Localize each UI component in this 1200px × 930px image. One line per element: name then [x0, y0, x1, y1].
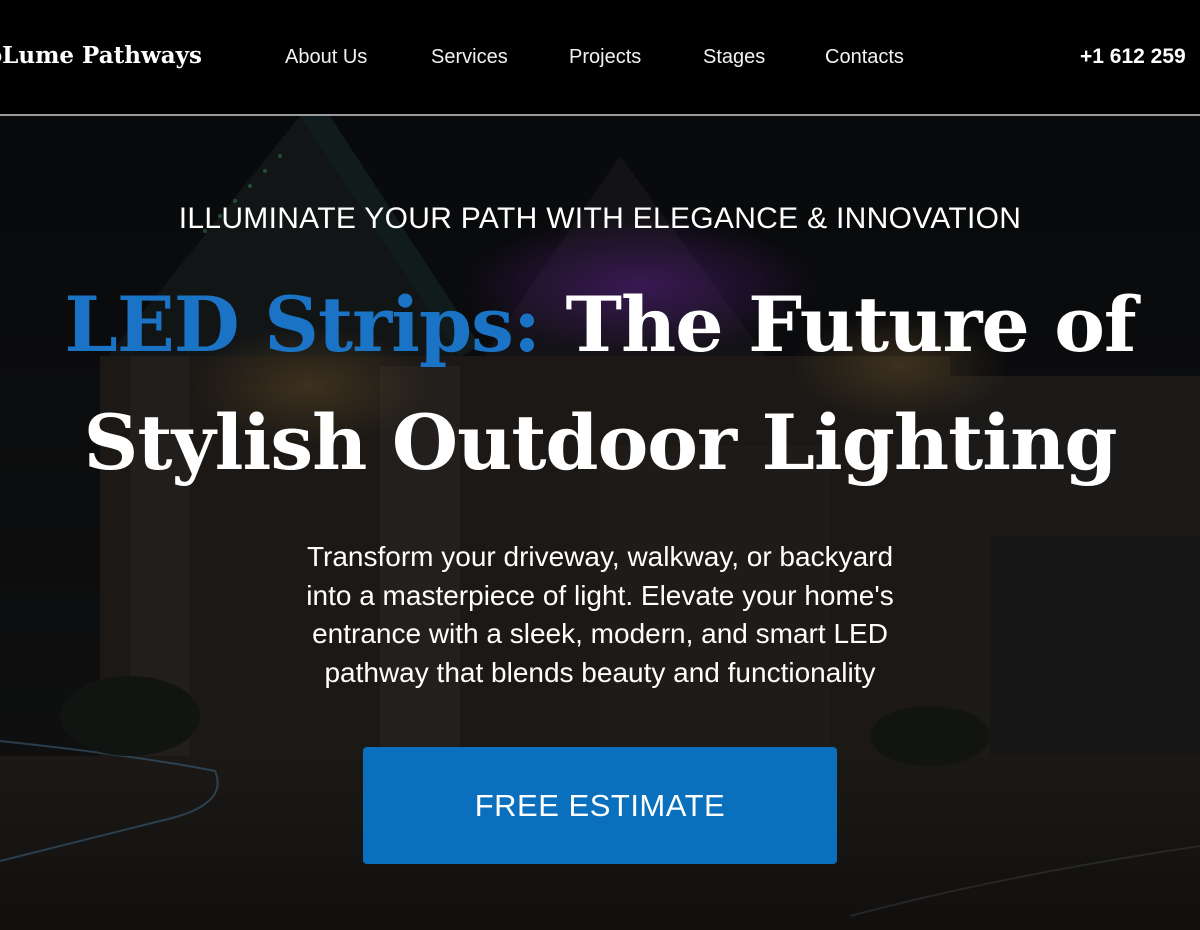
- description-line: into a masterpiece of light. Elevate you…: [306, 579, 894, 611]
- phone-link[interactable]: +1 612 259: [1080, 45, 1186, 69]
- headline-accent: LED Strips:: [64, 280, 541, 369]
- hero-headline: LED Strips: The Future of Stylish Outdoo…: [0, 266, 1200, 502]
- nav-projects[interactable]: Projects: [569, 46, 641, 69]
- free-estimate-button[interactable]: FREE ESTIMATE: [363, 747, 837, 864]
- main-nav: About Us Services Projects Stages Contac…: [0, 46, 1200, 76]
- site-header: uroLume Pathways About Us Services Proje…: [0, 0, 1200, 114]
- nav-contacts[interactable]: Contacts: [825, 46, 904, 69]
- headline-rest: The Future of: [540, 280, 1136, 369]
- description-line: entrance with a sleek, modern, and smart…: [312, 618, 888, 649]
- hero-eyebrow: ILLUMINATE YOUR PATH WITH ELEGANCE & INN…: [178, 202, 1022, 235]
- description-line: pathway that blends beauty and functiona…: [324, 656, 876, 688]
- nav-services[interactable]: Services: [431, 46, 508, 69]
- nav-about-us[interactable]: About Us: [285, 46, 367, 69]
- hero-section: ILLUMINATE YOUR PATH WITH ELEGANCE & INN…: [0, 116, 1200, 930]
- nav-stages[interactable]: Stages: [703, 46, 765, 69]
- description-line: Transform your driveway, walkway, or bac…: [306, 541, 894, 572]
- hero-description: Transform your driveway, walkway, or bac…: [220, 538, 980, 692]
- headline-line-1: LED Strips: The Future of: [0, 266, 1200, 384]
- headline-line-2: Stylish Outdoor Lighting: [83, 398, 1117, 487]
